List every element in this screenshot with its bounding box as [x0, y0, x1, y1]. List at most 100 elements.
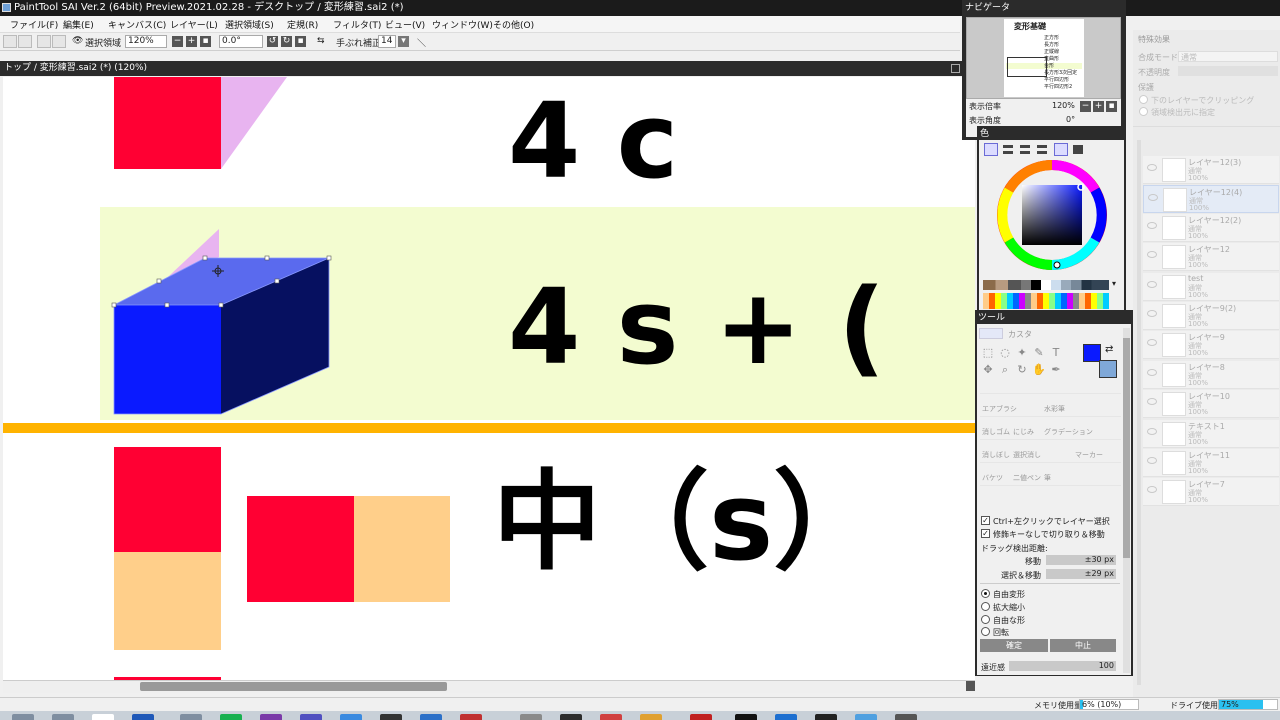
maximize-icon[interactable] [951, 64, 960, 73]
taskbar-icon[interactable] [640, 714, 662, 720]
brush-grid[interactable] [980, 382, 1121, 508]
brush-soft-erase[interactable]: 消しぼし [982, 450, 1010, 460]
zoom-tool-icon[interactable]: ⌕ [998, 363, 1012, 377]
taskbar-icon[interactable] [690, 714, 712, 720]
menu-edit[interactable]: 編集(E) [63, 18, 94, 31]
eye-icon[interactable] [1147, 222, 1157, 229]
brush-binary-pen[interactable]: 二値ペン [1013, 473, 1041, 483]
mode-free-shape-radio[interactable] [981, 615, 990, 624]
taskbar-icon[interactable] [300, 714, 322, 720]
navigator-viewport-frame[interactable] [1007, 57, 1047, 77]
color-wheel-tab-icon[interactable] [984, 143, 998, 156]
select-move-slider[interactable]: ±29 px [1046, 569, 1116, 579]
taskbar-icon[interactable] [132, 714, 154, 720]
brush-gradient[interactable]: グラデーション [1044, 427, 1093, 437]
stabilizer-dropdown[interactable]: ▾ [398, 36, 409, 47]
layer-row[interactable]: レイヤー12 通常 100% [1143, 243, 1279, 271]
line-tool-icon[interactable]: ＼ [417, 36, 426, 49]
mode-scale-radio[interactable] [981, 602, 990, 611]
layer-scrollbar[interactable] [1137, 140, 1141, 685]
magic-wand-icon[interactable]: ✦ [1015, 346, 1029, 360]
opacity-slider[interactable] [1178, 66, 1278, 76]
move-distance-slider[interactable]: ±30 px [1046, 555, 1116, 565]
layer-row[interactable]: test 通常 100% [1143, 273, 1279, 301]
nav-zoom-in-button[interactable]: + [1093, 101, 1104, 112]
eye-icon[interactable] [1147, 281, 1157, 288]
color-history-dropdown-icon[interactable]: ▾ [1112, 279, 1116, 288]
taskbar-icon[interactable] [775, 714, 797, 720]
layer-row[interactable]: レイヤー10 通常 100% [1143, 390, 1279, 418]
zoom-reset-button[interactable]: ▪ [200, 36, 211, 47]
blend-mode-select[interactable]: 通常 [1178, 51, 1278, 62]
toolbar-button-1[interactable] [3, 35, 17, 48]
no-modifier-checkbox[interactable]: ✓ [981, 529, 990, 538]
preset-slot[interactable] [979, 328, 1003, 339]
clip-radio[interactable] [1139, 95, 1148, 104]
stabilizer-field[interactable]: 14 [378, 35, 396, 48]
tool-panel-scrollbar-thumb[interactable] [1123, 338, 1130, 558]
layer-row[interactable]: テキスト1 通常 100% [1143, 420, 1279, 448]
menu-filter[interactable]: フィルタ(T) [333, 18, 381, 31]
menu-other[interactable]: その他(O) [493, 18, 534, 31]
hsv-slider-tab-icon[interactable] [1020, 145, 1030, 154]
taskbar-icon[interactable] [855, 714, 877, 720]
layer-row[interactable]: レイヤー7 通常 100% [1143, 478, 1279, 506]
mode-rotate-radio[interactable] [981, 627, 990, 636]
text-icon[interactable]: T [1049, 346, 1063, 360]
menu-ruler[interactable]: 定規(R) [287, 18, 318, 31]
toolbar-button-3[interactable] [37, 35, 51, 48]
brush-eraser[interactable]: 消しゴム [982, 427, 1010, 437]
select-rect-icon[interactable]: ⬚ [981, 346, 995, 360]
eye-icon[interactable] [1147, 457, 1157, 464]
eye-icon[interactable] [1147, 398, 1157, 405]
eye-icon[interactable] [1148, 194, 1158, 201]
taskbar-icon[interactable] [520, 714, 542, 720]
eye-icon[interactable] [1147, 251, 1157, 258]
taskbar-icon[interactable] [260, 714, 282, 720]
eye-icon[interactable] [1147, 428, 1157, 435]
move-tool-icon[interactable]: ✥ [981, 363, 995, 377]
brush-bucket[interactable]: バケツ [982, 473, 1003, 483]
menu-window[interactable]: ウィンドウ(W) [432, 18, 493, 31]
eye-icon[interactable] [1147, 310, 1157, 317]
rotate-tool-icon[interactable]: ↻ [1015, 363, 1029, 377]
brush-watercolor[interactable]: 水彩筆 [1044, 404, 1065, 414]
pen-tool-icon[interactable]: ✒ [1049, 363, 1063, 377]
taskbar-icon[interactable] [380, 714, 402, 720]
nav-zoom-out-button[interactable]: − [1080, 101, 1091, 112]
taskbar-icon[interactable] [600, 714, 622, 720]
swap-colors-icon[interactable]: ⇄ [1105, 344, 1113, 355]
eye-icon[interactable] [1147, 339, 1157, 346]
cancel-button[interactable]: 中止 [1050, 639, 1116, 652]
confirm-button[interactable]: 確定 [980, 639, 1048, 652]
swatch-tab-icon[interactable] [1054, 143, 1068, 156]
taskbar-icon[interactable] [220, 714, 242, 720]
brush-select-erase[interactable]: 選択消し [1013, 450, 1041, 460]
menu-canvas[interactable]: キャンバス(C) [108, 18, 166, 31]
brush-marker[interactable]: マーカー [1075, 450, 1103, 460]
rotate-left-button[interactable]: ↺ [267, 36, 278, 47]
nav-zoom-reset-button[interactable]: ▪ [1106, 101, 1117, 112]
hand-tool-icon[interactable]: ✋ [1032, 363, 1046, 377]
eyedropper-icon[interactable]: ✎ [1032, 346, 1046, 360]
custom-tab[interactable]: カスタ [1008, 329, 1032, 340]
brush-blur[interactable]: にじみ [1013, 427, 1034, 437]
layer-row[interactable]: レイヤー9(2) 通常 100% [1143, 302, 1279, 330]
menu-file[interactable]: ファイル(F) [10, 18, 58, 31]
mixer-tab-icon[interactable] [1037, 145, 1047, 154]
toolbar-button-2[interactable] [18, 35, 32, 48]
brush-brush[interactable]: 筆 [1044, 473, 1051, 483]
eye-icon[interactable] [1147, 369, 1157, 376]
taskbar-icon[interactable] [12, 714, 34, 720]
lasso-icon[interactable]: ◌ [998, 346, 1012, 360]
rotate-reset-button[interactable]: ▪ [295, 36, 306, 47]
layer-row[interactable]: レイヤー12(2) 通常 100% [1143, 214, 1279, 242]
effects-title[interactable]: 特殊効果 [1138, 34, 1170, 45]
zoom-in-button[interactable]: + [186, 36, 197, 47]
layer-row[interactable]: レイヤー8 通常 100% [1143, 361, 1279, 389]
layer-row[interactable]: レイヤー9 通常 100% [1143, 331, 1279, 359]
canvas-area[interactable]: 4 c 4 s + ( 中（s） [3, 77, 975, 680]
taskbar-icon[interactable] [180, 714, 202, 720]
scrollbar-thumb[interactable] [140, 682, 447, 691]
rotate-right-button[interactable]: ↻ [281, 36, 292, 47]
